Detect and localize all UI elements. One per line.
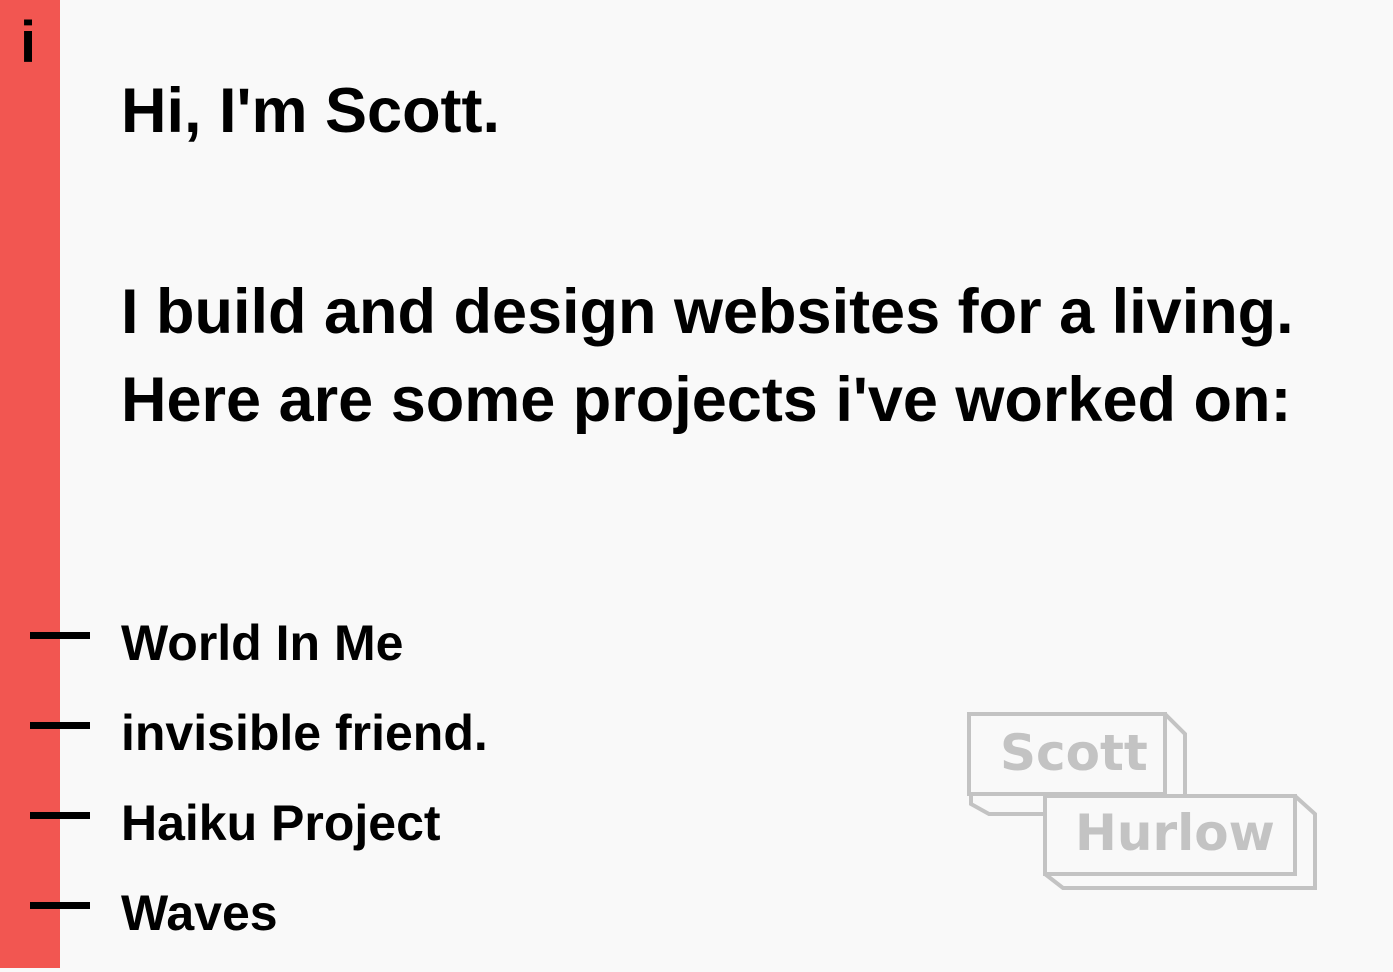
- logo-line2: Hurlow: [1075, 804, 1275, 862]
- logo-line1: Scott: [1000, 724, 1148, 782]
- greeting-heading: Hi, I'm Scott.: [121, 76, 501, 146]
- project-link[interactable]: Waves: [121, 882, 278, 944]
- info-icon[interactable]: i: [20, 10, 36, 76]
- dash-icon: [30, 722, 90, 729]
- project-link[interactable]: Haiku Project: [121, 792, 441, 854]
- dash-icon: [30, 632, 90, 639]
- logo: Scott Hurlow: [967, 712, 1317, 890]
- dash-icon: [30, 812, 90, 819]
- intro-description: I build and design websites for a living…: [121, 277, 1294, 435]
- project-link[interactable]: invisible friend.: [121, 702, 488, 764]
- project-link[interactable]: World In Me: [121, 612, 403, 674]
- dash-icon: [30, 902, 90, 909]
- sidebar: i: [0, 0, 60, 968]
